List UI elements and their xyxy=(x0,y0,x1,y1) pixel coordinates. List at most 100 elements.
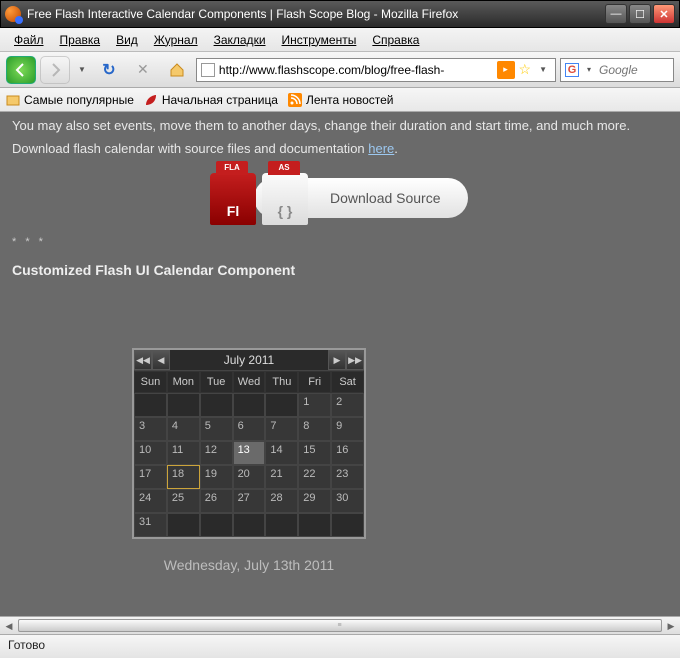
menu-view[interactable]: Вид xyxy=(108,31,146,49)
calendar-weekday: Wed xyxy=(233,371,266,393)
rss-icon[interactable]: ▸ xyxy=(497,61,515,79)
calendar-day[interactable]: 28 xyxy=(265,489,298,513)
status-bar: Готово xyxy=(0,634,680,658)
calendar-title: July 2011 xyxy=(170,353,328,367)
calendar-day[interactable]: 21 xyxy=(265,465,298,489)
google-icon: G xyxy=(565,63,579,77)
search-box[interactable]: G ▾ xyxy=(560,58,674,82)
forward-button[interactable] xyxy=(40,56,70,84)
download-here-link[interactable]: here xyxy=(368,141,394,156)
bookmark-star-icon[interactable]: ☆ xyxy=(519,61,532,78)
bookmarks-toolbar: Самые популярные Начальная страница Лент… xyxy=(0,88,680,112)
bookmark-popular[interactable]: Самые популярные xyxy=(6,93,134,107)
menu-bar: Файл Правка Вид Журнал Закладки Инструме… xyxy=(0,28,680,52)
as-file-icon: AS { } xyxy=(262,173,308,225)
bookmark-home[interactable]: Начальная страница xyxy=(144,93,278,107)
menu-edit[interactable]: Правка xyxy=(52,31,109,49)
status-text: Готово xyxy=(8,638,45,652)
calendar-day[interactable]: 11 xyxy=(167,441,200,465)
folder-icon xyxy=(6,93,20,107)
calendar-day[interactable]: 18 xyxy=(167,465,200,489)
calendar-prev-month-button[interactable]: ◀ xyxy=(152,350,170,370)
scroll-thumb[interactable]: ≡ xyxy=(18,619,662,632)
calendar-weekday-row: SunMonTueWedThuFriSat xyxy=(134,371,364,393)
calendar-day[interactable]: 5 xyxy=(200,417,233,441)
calendar-widget[interactable]: ◀◀ ◀ July 2011 ▶ ▶▶ SunMonTueWedThuFriSa… xyxy=(132,348,366,539)
calendar-day[interactable]: 26 xyxy=(200,489,233,513)
calendar-day[interactable]: 31 xyxy=(134,513,167,537)
minimize-button[interactable]: — xyxy=(605,4,627,24)
download-source-button[interactable]: Download Source FLA Fl AS { } xyxy=(210,174,470,222)
calendar-day[interactable]: 16 xyxy=(331,441,364,465)
selected-date-label: Wednesday, July 13th 2011 xyxy=(84,557,414,573)
calendar-day[interactable]: 29 xyxy=(298,489,331,513)
calendar-weekday: Mon xyxy=(167,371,200,393)
calendar-day[interactable]: 20 xyxy=(233,465,266,489)
menu-bookmarks[interactable]: Закладки xyxy=(206,31,274,49)
calendar-weekday: Sun xyxy=(134,371,167,393)
calendar-day[interactable]: 12 xyxy=(200,441,233,465)
content-line2: Download flash calendar with source file… xyxy=(12,141,668,156)
page-content: You may also set events, move them to an… xyxy=(0,112,680,634)
calendar-day[interactable]: 22 xyxy=(298,465,331,489)
url-dropdown-icon[interactable]: ▼ xyxy=(535,65,551,74)
calendar-day[interactable]: 19 xyxy=(200,465,233,489)
stop-button[interactable]: ✕ xyxy=(128,56,158,84)
reload-button[interactable]: ↻ xyxy=(94,56,124,84)
navigation-toolbar: ▼ ↻ ✕ http://www.flashscope.com/blog/fre… xyxy=(0,52,680,88)
home-icon xyxy=(169,62,185,78)
calendar-day[interactable]: 15 xyxy=(298,441,331,465)
calendar-day[interactable]: 17 xyxy=(134,465,167,489)
calendar-day[interactable]: 8 xyxy=(298,417,331,441)
fla-file-icon: FLA Fl xyxy=(210,173,256,225)
calendar-day[interactable]: 7 xyxy=(265,417,298,441)
rss-icon xyxy=(288,93,302,107)
calendar-day[interactable]: 23 xyxy=(331,465,364,489)
search-engine-dropdown-icon[interactable]: ▾ xyxy=(583,65,595,74)
calendar-day[interactable]: 10 xyxy=(134,441,167,465)
home-button[interactable] xyxy=(162,56,192,84)
calendar-day[interactable]: 14 xyxy=(265,441,298,465)
content-line1: You may also set events, move them to an… xyxy=(12,118,668,133)
calendar-day[interactable]: 9 xyxy=(331,417,364,441)
calendar-day[interactable]: 4 xyxy=(167,417,200,441)
calendar-weekday: Thu xyxy=(265,371,298,393)
close-button[interactable]: ✕ xyxy=(653,4,675,24)
calendar-day[interactable]: 27 xyxy=(233,489,266,513)
window-title: Free Flash Interactive Calendar Componen… xyxy=(27,7,605,21)
url-text: http://www.flashscope.com/blog/free-flas… xyxy=(219,63,493,77)
calendar-day[interactable]: 13 xyxy=(233,441,266,465)
calendar-day[interactable]: 6 xyxy=(233,417,266,441)
menu-file[interactable]: Файл xyxy=(6,31,52,49)
download-label: Download Source xyxy=(330,190,441,206)
address-bar[interactable]: http://www.flashscope.com/blog/free-flas… xyxy=(196,58,556,82)
calendar-day[interactable]: 30 xyxy=(331,489,364,513)
leaf-icon xyxy=(144,93,158,107)
horizontal-scrollbar[interactable]: ◀ ≡ ▶ xyxy=(0,616,680,634)
maximize-button[interactable]: ☐ xyxy=(629,4,651,24)
separator-stars: * * * xyxy=(12,236,668,248)
scroll-left-button[interactable]: ◀ xyxy=(0,617,18,634)
calendar-weekday: Sat xyxy=(331,371,364,393)
calendar-prev-year-button[interactable]: ◀◀ xyxy=(134,350,152,370)
calendar-day[interactable]: 1 xyxy=(298,393,331,417)
calendar-day[interactable]: 24 xyxy=(134,489,167,513)
search-input[interactable] xyxy=(599,63,669,77)
menu-tools[interactable]: Инструменты xyxy=(274,31,365,49)
history-dropdown-icon[interactable]: ▼ xyxy=(74,65,90,74)
bookmark-feed[interactable]: Лента новостей xyxy=(288,93,394,107)
calendar-next-year-button[interactable]: ▶▶ xyxy=(346,350,364,370)
arrow-right-icon xyxy=(47,62,63,78)
calendar-weekday: Tue xyxy=(200,371,233,393)
back-button[interactable] xyxy=(6,56,36,84)
menu-history[interactable]: Журнал xyxy=(146,31,206,49)
calendar-day[interactable]: 3 xyxy=(134,417,167,441)
menu-help[interactable]: Справка xyxy=(364,31,427,49)
scroll-right-button[interactable]: ▶ xyxy=(662,617,680,634)
calendar-body: 1234567891011121314151617181920212223242… xyxy=(134,393,364,537)
calendar-day[interactable]: 2 xyxy=(331,393,364,417)
page-icon xyxy=(201,63,215,77)
calendar-day[interactable]: 25 xyxy=(167,489,200,513)
calendar-next-month-button[interactable]: ▶ xyxy=(328,350,346,370)
firefox-icon xyxy=(5,6,21,22)
